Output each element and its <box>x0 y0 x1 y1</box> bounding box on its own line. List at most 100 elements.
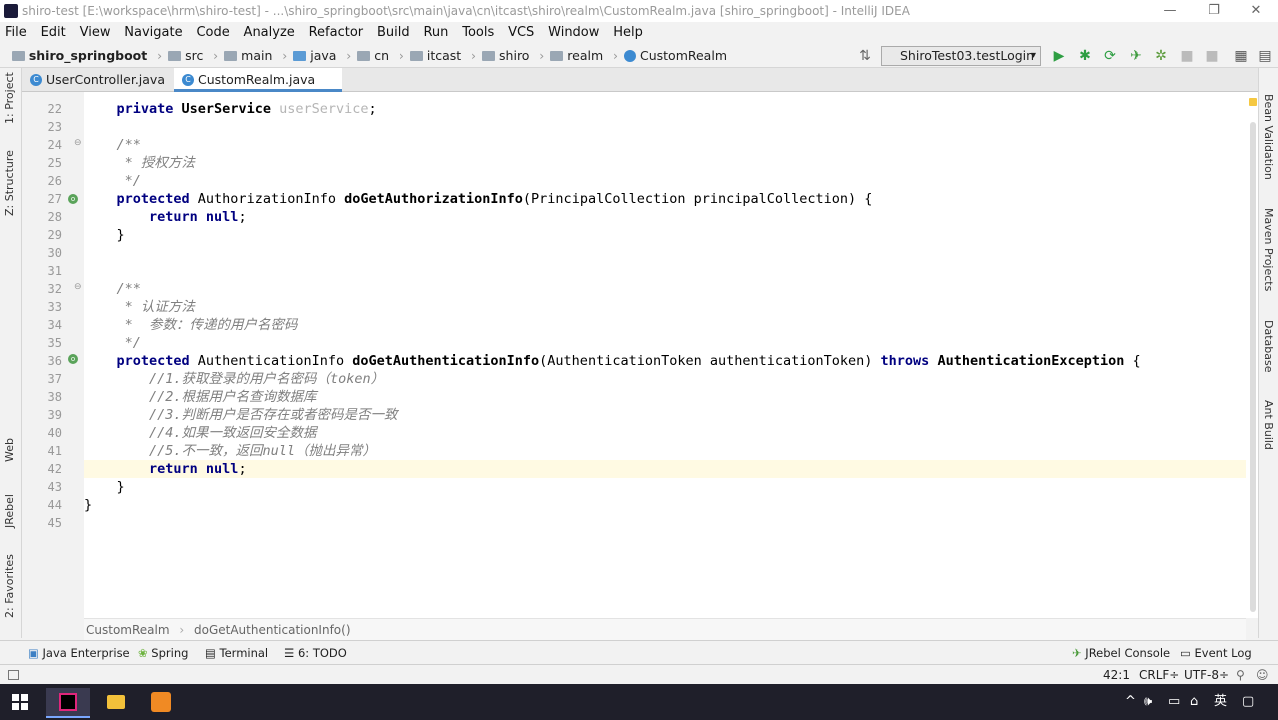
coverage-icon[interactable]: ⟳ <box>1101 47 1119 65</box>
menu-code[interactable]: Code <box>191 23 234 43</box>
menu-run[interactable]: Run <box>418 23 453 43</box>
sdk-icon[interactable]: ▤ <box>1256 47 1274 65</box>
windows-start-icon[interactable] <box>12 694 28 710</box>
tool-window-database[interactable]: Database <box>1262 320 1275 373</box>
code-line[interactable]: */ <box>84 172 141 190</box>
code-line[interactable]: protected AuthorizationInfo doGetAuthori… <box>84 190 873 208</box>
taskbar-explorer[interactable] <box>94 688 138 718</box>
close-button[interactable]: ✕ <box>1236 0 1276 22</box>
menu-file[interactable]: File <box>0 23 32 43</box>
taskbar-intellij[interactable] <box>46 688 90 718</box>
volume-icon[interactable]: 🕪 <box>1144 684 1152 720</box>
menu-help[interactable]: Help <box>608 23 648 43</box>
scrollbar-thumb[interactable] <box>1250 122 1256 612</box>
toggle-tool-windows-icon[interactable] <box>8 670 19 680</box>
code-line[interactable]: * 认证方法 <box>84 298 195 316</box>
menu-window[interactable]: Window <box>543 23 604 43</box>
menu-refactor[interactable]: Refactor <box>304 23 369 43</box>
fold-icon[interactable]: ⊖ <box>74 282 82 292</box>
project-structure-icon[interactable]: ▦ <box>1232 47 1250 65</box>
tab-customrealm[interactable]: C CustomRealm.java <box>174 68 342 92</box>
code-line[interactable]: /** <box>84 280 141 298</box>
ime-indicator[interactable]: 英 <box>1214 684 1227 720</box>
breadcrumb-src[interactable]: › src <box>157 44 203 68</box>
breadcrumb-shiro[interactable]: › shiro <box>471 44 529 68</box>
debug-icon[interactable]: ✱ <box>1076 47 1094 65</box>
tool-window-jrebel[interactable]: JRebel <box>3 494 16 528</box>
line-number: 27 <box>47 192 62 206</box>
tab-usercontroller[interactable]: C UserController.java <box>22 68 172 92</box>
tool-window-structure[interactable]: Z: Structure <box>3 150 16 216</box>
tray-chevron-up-icon[interactable]: ^ <box>1125 684 1136 720</box>
run-icon[interactable]: ▶ <box>1050 47 1068 65</box>
menu-tools[interactable]: Tools <box>457 23 499 43</box>
menu-vcs[interactable]: VCS <box>503 23 539 43</box>
line-separator[interactable]: CRLF÷ <box>1139 665 1179 685</box>
code-line[interactable]: } <box>84 478 125 496</box>
override-method-icon[interactable]: o <box>68 194 78 204</box>
code-line[interactable]: protected AuthenticationInfo doGetAuthen… <box>84 352 1141 370</box>
code-line[interactable]: * 参数：传递的用户名密码 <box>84 316 298 334</box>
code-line[interactable]: return null; <box>84 460 247 478</box>
jrebel-run-icon[interactable]: ✈ <box>1127 47 1145 65</box>
file-encoding[interactable]: UTF-8÷ <box>1184 665 1229 685</box>
inspector-icon[interactable]: ☺ <box>1256 665 1269 685</box>
tool-terminal[interactable]: ▤ Terminal <box>205 641 268 665</box>
code-line[interactable]: //5.不一致，返回null（抛出异常） <box>84 442 376 460</box>
code-editor[interactable]: private UserService userService; /** * 授… <box>84 92 1246 618</box>
battery-icon[interactable]: ▭ <box>1168 684 1180 720</box>
menu-analyze[interactable]: Analyze <box>239 23 300 43</box>
tool-java-enterprise[interactable]: ▣ Java Enterprise <box>28 641 130 665</box>
breadcrumb-java[interactable]: › java <box>282 44 336 68</box>
code-line[interactable]: * 授权方法 <box>84 154 195 172</box>
code-line[interactable]: //4.如果一致返回安全数据 <box>84 424 317 442</box>
tool-jrebel-console[interactable]: ✈ JRebel Console <box>1072 641 1170 665</box>
stop-icon-2[interactable]: ■ <box>1203 47 1221 65</box>
tool-spring[interactable]: ❀ Spring <box>138 641 188 665</box>
code-line[interactable]: //2.根据用户名查询数据库 <box>84 388 317 406</box>
code-line[interactable]: //3.判断用户是否存在或者密码是否一致 <box>84 406 398 424</box>
stop-icon[interactable]: ■ <box>1178 47 1196 65</box>
menu-edit[interactable]: Edit <box>36 23 71 43</box>
tool-window-web[interactable]: Web <box>3 438 16 462</box>
breadcrumb-realm[interactable]: › realm <box>539 44 603 68</box>
breadcrumb-project[interactable]: shiro_springboot <box>11 44 147 68</box>
network-icon[interactable]: ⌂ <box>1190 684 1198 720</box>
caret-position[interactable]: 42:1 <box>1103 665 1130 685</box>
menu-build[interactable]: Build <box>372 23 415 43</box>
tool-todo[interactable]: ☰ 6: TODO <box>284 641 347 665</box>
breadcrumb-method[interactable]: doGetAuthenticationInfo() <box>194 623 351 637</box>
tool-event-log[interactable]: ▭ Event Log <box>1180 641 1252 665</box>
override-method-icon[interactable]: o <box>68 354 78 364</box>
lock-icon[interactable]: ⚲ <box>1236 665 1245 685</box>
breadcrumb-cn[interactable]: › cn <box>346 44 389 68</box>
breadcrumb-main[interactable]: › main <box>213 44 272 68</box>
fold-icon[interactable]: ⊖ <box>74 138 82 148</box>
code-line[interactable]: } <box>84 496 92 514</box>
tool-window-project[interactable]: 1: Project <box>3 72 16 124</box>
sort-icon[interactable]: ⇅ <box>856 47 874 65</box>
minimize-button[interactable]: — <box>1150 0 1190 22</box>
menu-navigate[interactable]: Navigate <box>119 23 187 43</box>
menu-view[interactable]: View <box>75 23 116 43</box>
breadcrumb-class[interactable]: CustomRealm <box>86 623 170 637</box>
taskbar-app[interactable] <box>140 688 184 718</box>
code-line[interactable]: private UserService userService; <box>84 100 377 118</box>
run-configuration-select[interactable]: ShiroTest03.testLogin ▾ <box>881 46 1041 66</box>
code-line[interactable]: /** <box>84 136 141 154</box>
code-token: AuthorizationInfo <box>197 191 345 207</box>
notifications-icon[interactable]: ▢ <box>1242 684 1254 720</box>
tool-window-ant-build[interactable]: Ant Build <box>1262 400 1275 450</box>
code-line[interactable]: //1.获取登录的用户名密码（token） <box>84 370 384 388</box>
code-line[interactable]: */ <box>84 334 141 352</box>
jrebel-debug-icon[interactable]: ✲ <box>1152 47 1170 65</box>
code-line[interactable]: } <box>84 226 125 244</box>
code-line[interactable]: return null; <box>84 208 247 226</box>
editor-scrollbar[interactable] <box>1246 92 1258 618</box>
maximize-button[interactable]: ❐ <box>1194 0 1234 22</box>
tool-window-bean-validation[interactable]: Bean Validation <box>1262 94 1275 180</box>
breadcrumb-customrealm[interactable]: › CustomRealm <box>613 44 727 68</box>
tool-window-maven-projects[interactable]: Maven Projects <box>1262 208 1275 291</box>
breadcrumb-itcast[interactable]: › itcast <box>399 44 461 68</box>
tool-window-favorites[interactable]: 2: Favorites <box>3 554 16 618</box>
